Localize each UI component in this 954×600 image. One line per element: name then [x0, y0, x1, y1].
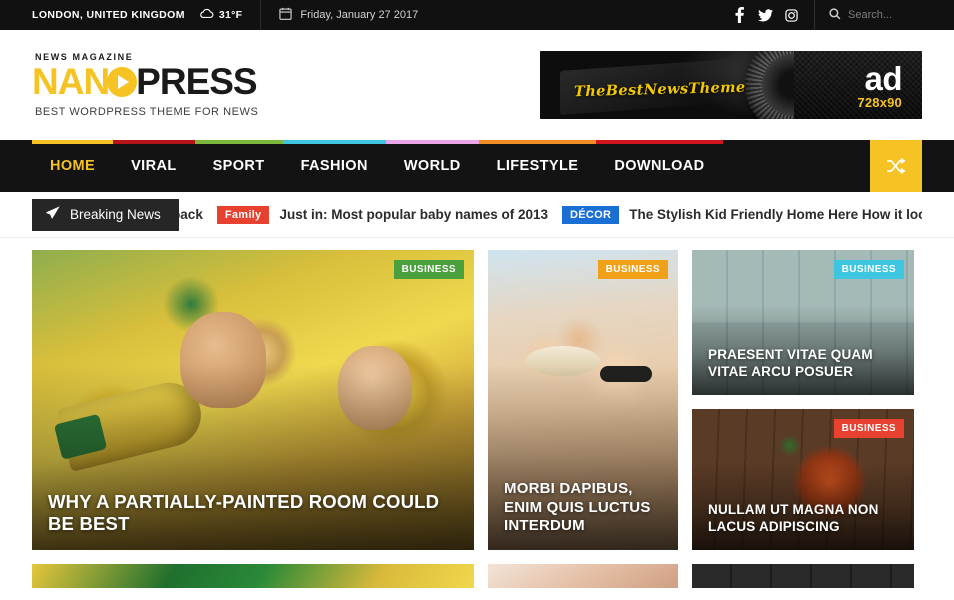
nav-accent-bar: [385, 140, 479, 144]
ad-dimensions: 728x90: [857, 95, 902, 111]
card-title[interactable]: WHY A PARTIALLY-PAINTED ROOM COULD BE BE…: [48, 491, 458, 536]
nav-label: LIFESTYLE: [496, 158, 579, 174]
logo-text-nano: NAN: [32, 61, 110, 102]
featured-card-right-bottom[interactable]: BUSINESS NULLAM UT MAGNA NON LACUS ADIPI…: [692, 409, 914, 550]
next-row-card-partial[interactable]: [32, 564, 474, 588]
nav-item-home[interactable]: HOME: [32, 140, 114, 192]
location-label: LONDON, UNITED KINGDOM: [32, 9, 185, 21]
breaking-news-text: Breaking News: [70, 207, 161, 222]
card-title[interactable]: PRAESENT VITAE QUAM VITAE ARCU POSUER: [708, 346, 898, 381]
search-input[interactable]: [848, 9, 934, 21]
date-label: Friday, January 27 2017: [300, 9, 419, 21]
nav-item-world[interactable]: WORLD: [385, 140, 479, 192]
nav-accent-bar: [478, 140, 597, 144]
nav-item-fashion[interactable]: FASHION: [282, 140, 386, 192]
search-icon: [829, 7, 841, 23]
nav-label: DOWNLOAD: [614, 158, 705, 174]
category-badge[interactable]: BUSINESS: [833, 419, 904, 438]
shuffle-icon[interactable]: [870, 140, 922, 192]
nav-item-lifestyle[interactable]: LIFESTYLE: [478, 140, 597, 192]
top-bar-left: LONDON, UNITED KINGDOM 31°F Friday, Janu…: [0, 0, 418, 30]
nav-label: FASHION: [300, 158, 368, 174]
ticker-item[interactable]: DÉCOR The Stylish Kid Friendly Home Here…: [562, 205, 922, 224]
nav-right-group: [870, 140, 954, 192]
main-navigation: HOME VIRAL SPORT FASHION WORLD LIFESTYLE…: [0, 140, 954, 192]
site-logo[interactable]: NEWS MAGAZINE NAN PRESS BEST WORDPRESS T…: [32, 52, 262, 118]
breaking-news-inner: Breaking News e back Family Just in: Mos…: [32, 198, 922, 231]
nav-label: SPORT: [212, 158, 265, 174]
top-bar: LONDON, UNITED KINGDOM 31°F Friday, Janu…: [0, 0, 954, 30]
nav-accent-bar: [32, 140, 114, 144]
logo-tagline: BEST WORDPRESS THEME FOR NEWS: [35, 106, 259, 118]
facebook-icon[interactable]: [726, 0, 752, 30]
search-box[interactable]: [814, 0, 954, 30]
site-header: NEWS MAGAZINE NAN PRESS BEST WORDPRESS T…: [0, 30, 954, 140]
breaking-news-bar: Breaking News e back Family Just in: Mos…: [0, 192, 954, 238]
top-bar-divider: [260, 0, 262, 30]
featured-column-main: BUSINESS WHY A PARTIALLY-PAINTED ROOM CO…: [32, 250, 474, 600]
featured-card-middle[interactable]: BUSINESS MORBI DAPIBUS, ENIM QUIS LUCTUS…: [488, 250, 678, 550]
ticker-category-badge[interactable]: Family: [216, 205, 270, 224]
category-badge[interactable]: BUSINESS: [597, 260, 668, 279]
send-icon: [46, 206, 60, 223]
twitter-icon[interactable]: [752, 0, 778, 30]
logo-wordmark: NAN PRESS: [32, 63, 262, 100]
nav-accent-bar: [282, 140, 386, 144]
ad-banner[interactable]: TheBestNewsTheme ad 728x90: [540, 51, 922, 119]
ad-label: ad: [864, 60, 902, 97]
next-row-card-partial[interactable]: [488, 564, 678, 588]
weather-widget: 31°F: [199, 8, 243, 22]
ticker-category-badge[interactable]: DÉCOR: [562, 205, 620, 224]
card-title[interactable]: NULLAM UT MAGNA NON LACUS ADIPISCING: [708, 501, 898, 536]
ticker-item[interactable]: Family Just in: Most popular baby names …: [216, 205, 548, 224]
top-bar-right: [726, 0, 954, 30]
play-icon: [107, 66, 138, 97]
ad-size-block: ad 728x90: [857, 60, 902, 111]
date-widget: Friday, January 27 2017: [279, 7, 418, 23]
card-title[interactable]: MORBI DAPIBUS, ENIM QUIS LUCTUS INTERDUM: [504, 480, 662, 536]
featured-column-right: BUSINESS PRAESENT VITAE QUAM VITAE ARCU …: [692, 250, 914, 600]
nav-item-viral[interactable]: VIRAL: [113, 140, 195, 192]
ticker-title[interactable]: Just in: Most popular baby names of 2013: [279, 207, 548, 222]
nav-item-sport[interactable]: SPORT: [194, 140, 283, 192]
category-badge[interactable]: BUSINESS: [393, 260, 464, 279]
category-badge[interactable]: BUSINESS: [833, 260, 904, 279]
nav-label: HOME: [50, 158, 96, 174]
next-row-card-partial[interactable]: [692, 564, 914, 588]
nav-accent-bar: [194, 140, 283, 144]
featured-grid: BUSINESS WHY A PARTIALLY-PAINTED ROOM CO…: [0, 238, 954, 600]
temperature-label: 31°F: [218, 9, 243, 21]
featured-card-main[interactable]: BUSINESS WHY A PARTIALLY-PAINTED ROOM CO…: [32, 250, 474, 550]
nav-accent-bar: [113, 140, 195, 144]
featured-column-middle: BUSINESS MORBI DAPIBUS, ENIM QUIS LUCTUS…: [488, 250, 678, 600]
instagram-icon[interactable]: [778, 0, 804, 30]
breaking-news-label[interactable]: Breaking News: [32, 198, 179, 231]
calendar-icon: [279, 7, 293, 23]
ticker-title[interactable]: The Stylish Kid Friendly Home Here How i…: [629, 207, 922, 222]
cloud-icon: [199, 8, 214, 22]
breaking-news-ticker[interactable]: e back Family Just in: Most popular baby…: [153, 199, 922, 231]
nav-item-download[interactable]: DOWNLOAD: [596, 140, 723, 192]
logo-text-press: PRESS: [136, 61, 257, 102]
featured-card-right-top[interactable]: BUSINESS PRAESENT VITAE QUAM VITAE ARCU …: [692, 250, 914, 395]
nav-accent-bar: [596, 140, 723, 144]
nav-label: WORLD: [403, 158, 461, 174]
nav-label: VIRAL: [131, 158, 177, 174]
